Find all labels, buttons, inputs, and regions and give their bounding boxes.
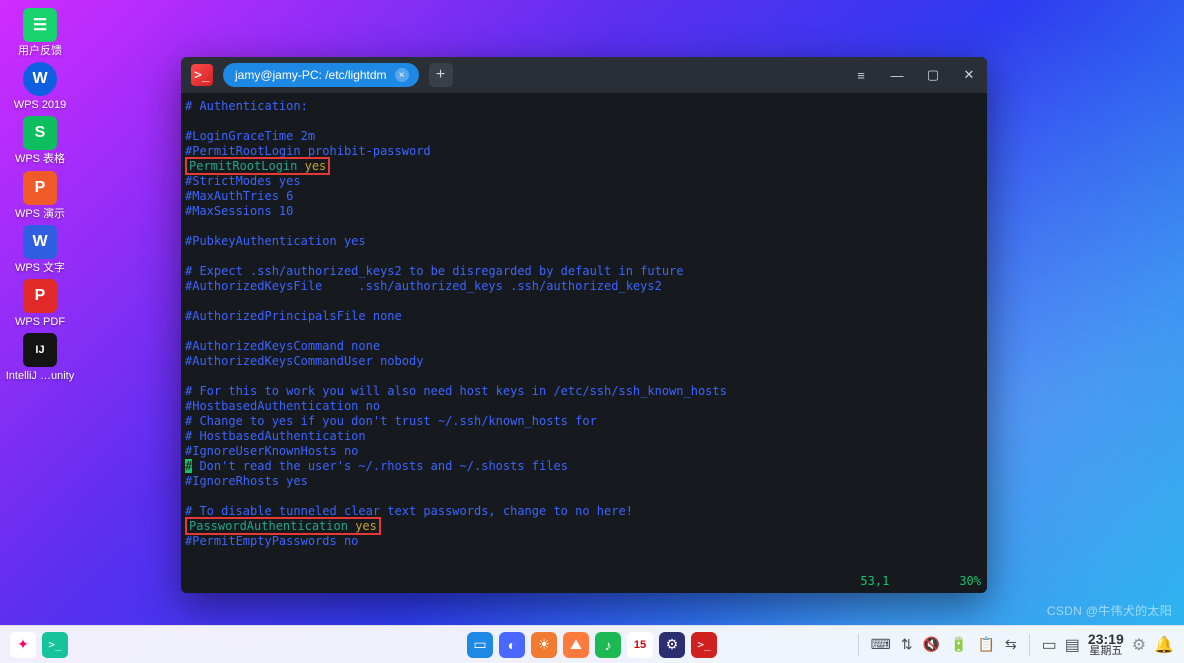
clock-date: 星期五 <box>1089 646 1122 657</box>
desktop-icons: ☰ 用户反馈 W WPS 2019 S WPS 表格 P WPS 演示 W WP… <box>0 8 80 383</box>
tab-close-icon[interactable]: × <box>395 68 409 82</box>
vim-statusline: 53,1 30% <box>860 574 981 589</box>
desktop-icon-wps-writer[interactable]: W WPS 文字 <box>4 225 76 275</box>
terminal-tab[interactable]: jamy@jamy-PC: /etc/lightdm × <box>223 63 419 87</box>
tray-gear-icon[interactable]: ⚙ <box>1132 635 1146 655</box>
intellij-icon: IJ <box>23 333 57 367</box>
minimize-icon[interactable]: — <box>889 67 905 83</box>
tray-volume-icon[interactable]: 🔇 <box>923 636 940 653</box>
desktop-icon-wps-ppt[interactable]: P WPS 演示 <box>4 171 76 221</box>
dock-calendar-icon[interactable]: 15 <box>627 632 653 658</box>
clock-time: 23:19 <box>1088 632 1124 646</box>
terminal-window: >_ jamy@jamy-PC: /etc/lightdm × + ≡ — ▢ … <box>181 57 987 593</box>
tray-keyboard-icon[interactable]: ⌨ <box>871 636 891 653</box>
dock: ▭ ◐ ☀ ⛰ ♪ 15 ⚙ >_ <box>467 632 717 658</box>
desktop-icon-label: WPS 2019 <box>14 99 67 112</box>
highlight-permitrootlogin: PermitRootLogin yes <box>185 157 330 175</box>
desktop-icon-label: WPS 文字 <box>15 262 65 275</box>
desktop-icon-label: WPS PDF <box>15 316 65 329</box>
tray-usb-icon[interactable]: ⇅ <box>901 636 913 653</box>
tray-bell-icon[interactable]: 🔔 <box>1154 635 1174 655</box>
taskbar-clock[interactable]: 23:19 星期五 <box>1088 632 1124 657</box>
show-desktop-icon[interactable]: ▭ <box>1042 635 1057 655</box>
menu-icon[interactable]: ≡ <box>853 67 869 83</box>
desktop-icon-label: WPS 表格 <box>15 153 65 166</box>
wps-pdf-icon: P <box>23 279 57 313</box>
cursor-position: 53,1 <box>860 574 889 589</box>
highlight-passwordauth: PasswordAuthentication yes <box>185 517 381 535</box>
dock-music-icon[interactable]: ♪ <box>595 632 621 658</box>
watermark: CSDN @牛伟犬的太阳 <box>1047 602 1172 619</box>
new-tab-button[interactable]: + <box>429 63 453 87</box>
maximize-icon[interactable]: ▢ <box>925 67 941 83</box>
dock-browser-icon[interactable]: ◐ <box>499 632 525 658</box>
desktop-icon-label: WPS 演示 <box>15 208 65 221</box>
system-tray: ⌨ ⇅ 🔇 🔋 📋 ⇆ <box>871 636 1017 653</box>
dock-appstore-icon[interactable]: ▭ <box>467 632 493 658</box>
tray-network-icon[interactable]: ⇆ <box>1005 636 1017 653</box>
multitask-icon[interactable]: ▤ <box>1065 635 1080 655</box>
desktop-icon-wps2019[interactable]: W WPS 2019 <box>4 62 76 112</box>
dock-weather-icon[interactable]: ☀ <box>531 632 557 658</box>
tab-title: jamy@jamy-PC: /etc/lightdm <box>235 68 387 82</box>
desktop-icon-wps-pdf[interactable]: P WPS PDF <box>4 279 76 329</box>
terminal-app-icon: >_ <box>191 64 213 86</box>
wps-ppt-icon: P <box>23 171 57 205</box>
desktop-icon-intellij[interactable]: IJ IntelliJ …unity <box>4 333 76 383</box>
desktop-icon-feedback[interactable]: ☰ 用户反馈 <box>4 8 76 58</box>
dock-settings-icon[interactable]: ⚙ <box>659 632 685 658</box>
terminal-body[interactable]: # Authentication: #LoginGraceTime 2m #Pe… <box>181 93 987 593</box>
dock-terminal-icon[interactable]: >_ <box>691 632 717 658</box>
taskbar-terminal-icon[interactable]: >_ <box>42 632 68 658</box>
tray-clipboard-icon[interactable]: 📋 <box>978 636 995 653</box>
scroll-percent: 30% <box>959 574 981 589</box>
window-controls: ≡ — ▢ ✕ <box>853 67 977 83</box>
wps-icon: W <box>23 62 57 96</box>
taskbar: ✦ >_ ▭ ◐ ☀ ⛰ ♪ 15 ⚙ >_ ⌨ ⇅ 🔇 🔋 📋 ⇆ ▭ ▤ 2… <box>0 625 1184 663</box>
window-titlebar[interactable]: >_ jamy@jamy-PC: /etc/lightdm × + ≡ — ▢ … <box>181 57 987 93</box>
launcher-icon[interactable]: ✦ <box>10 632 36 658</box>
tray-battery-icon[interactable]: 🔋 <box>950 636 967 653</box>
desktop-icon-label: 用户反馈 <box>18 45 62 58</box>
dock-photos-icon[interactable]: ⛰ <box>563 632 589 658</box>
wps-writer-icon: W <box>23 225 57 259</box>
wps-spreadsheet-icon: S <box>23 116 57 150</box>
desktop-icon-wps-spreadsheet[interactable]: S WPS 表格 <box>4 116 76 166</box>
close-icon[interactable]: ✕ <box>961 67 977 83</box>
feedback-icon: ☰ <box>23 8 57 42</box>
desktop-icon-label: IntelliJ …unity <box>6 370 74 383</box>
terminal-content: # Authentication: #LoginGraceTime 2m #Pe… <box>185 99 981 549</box>
